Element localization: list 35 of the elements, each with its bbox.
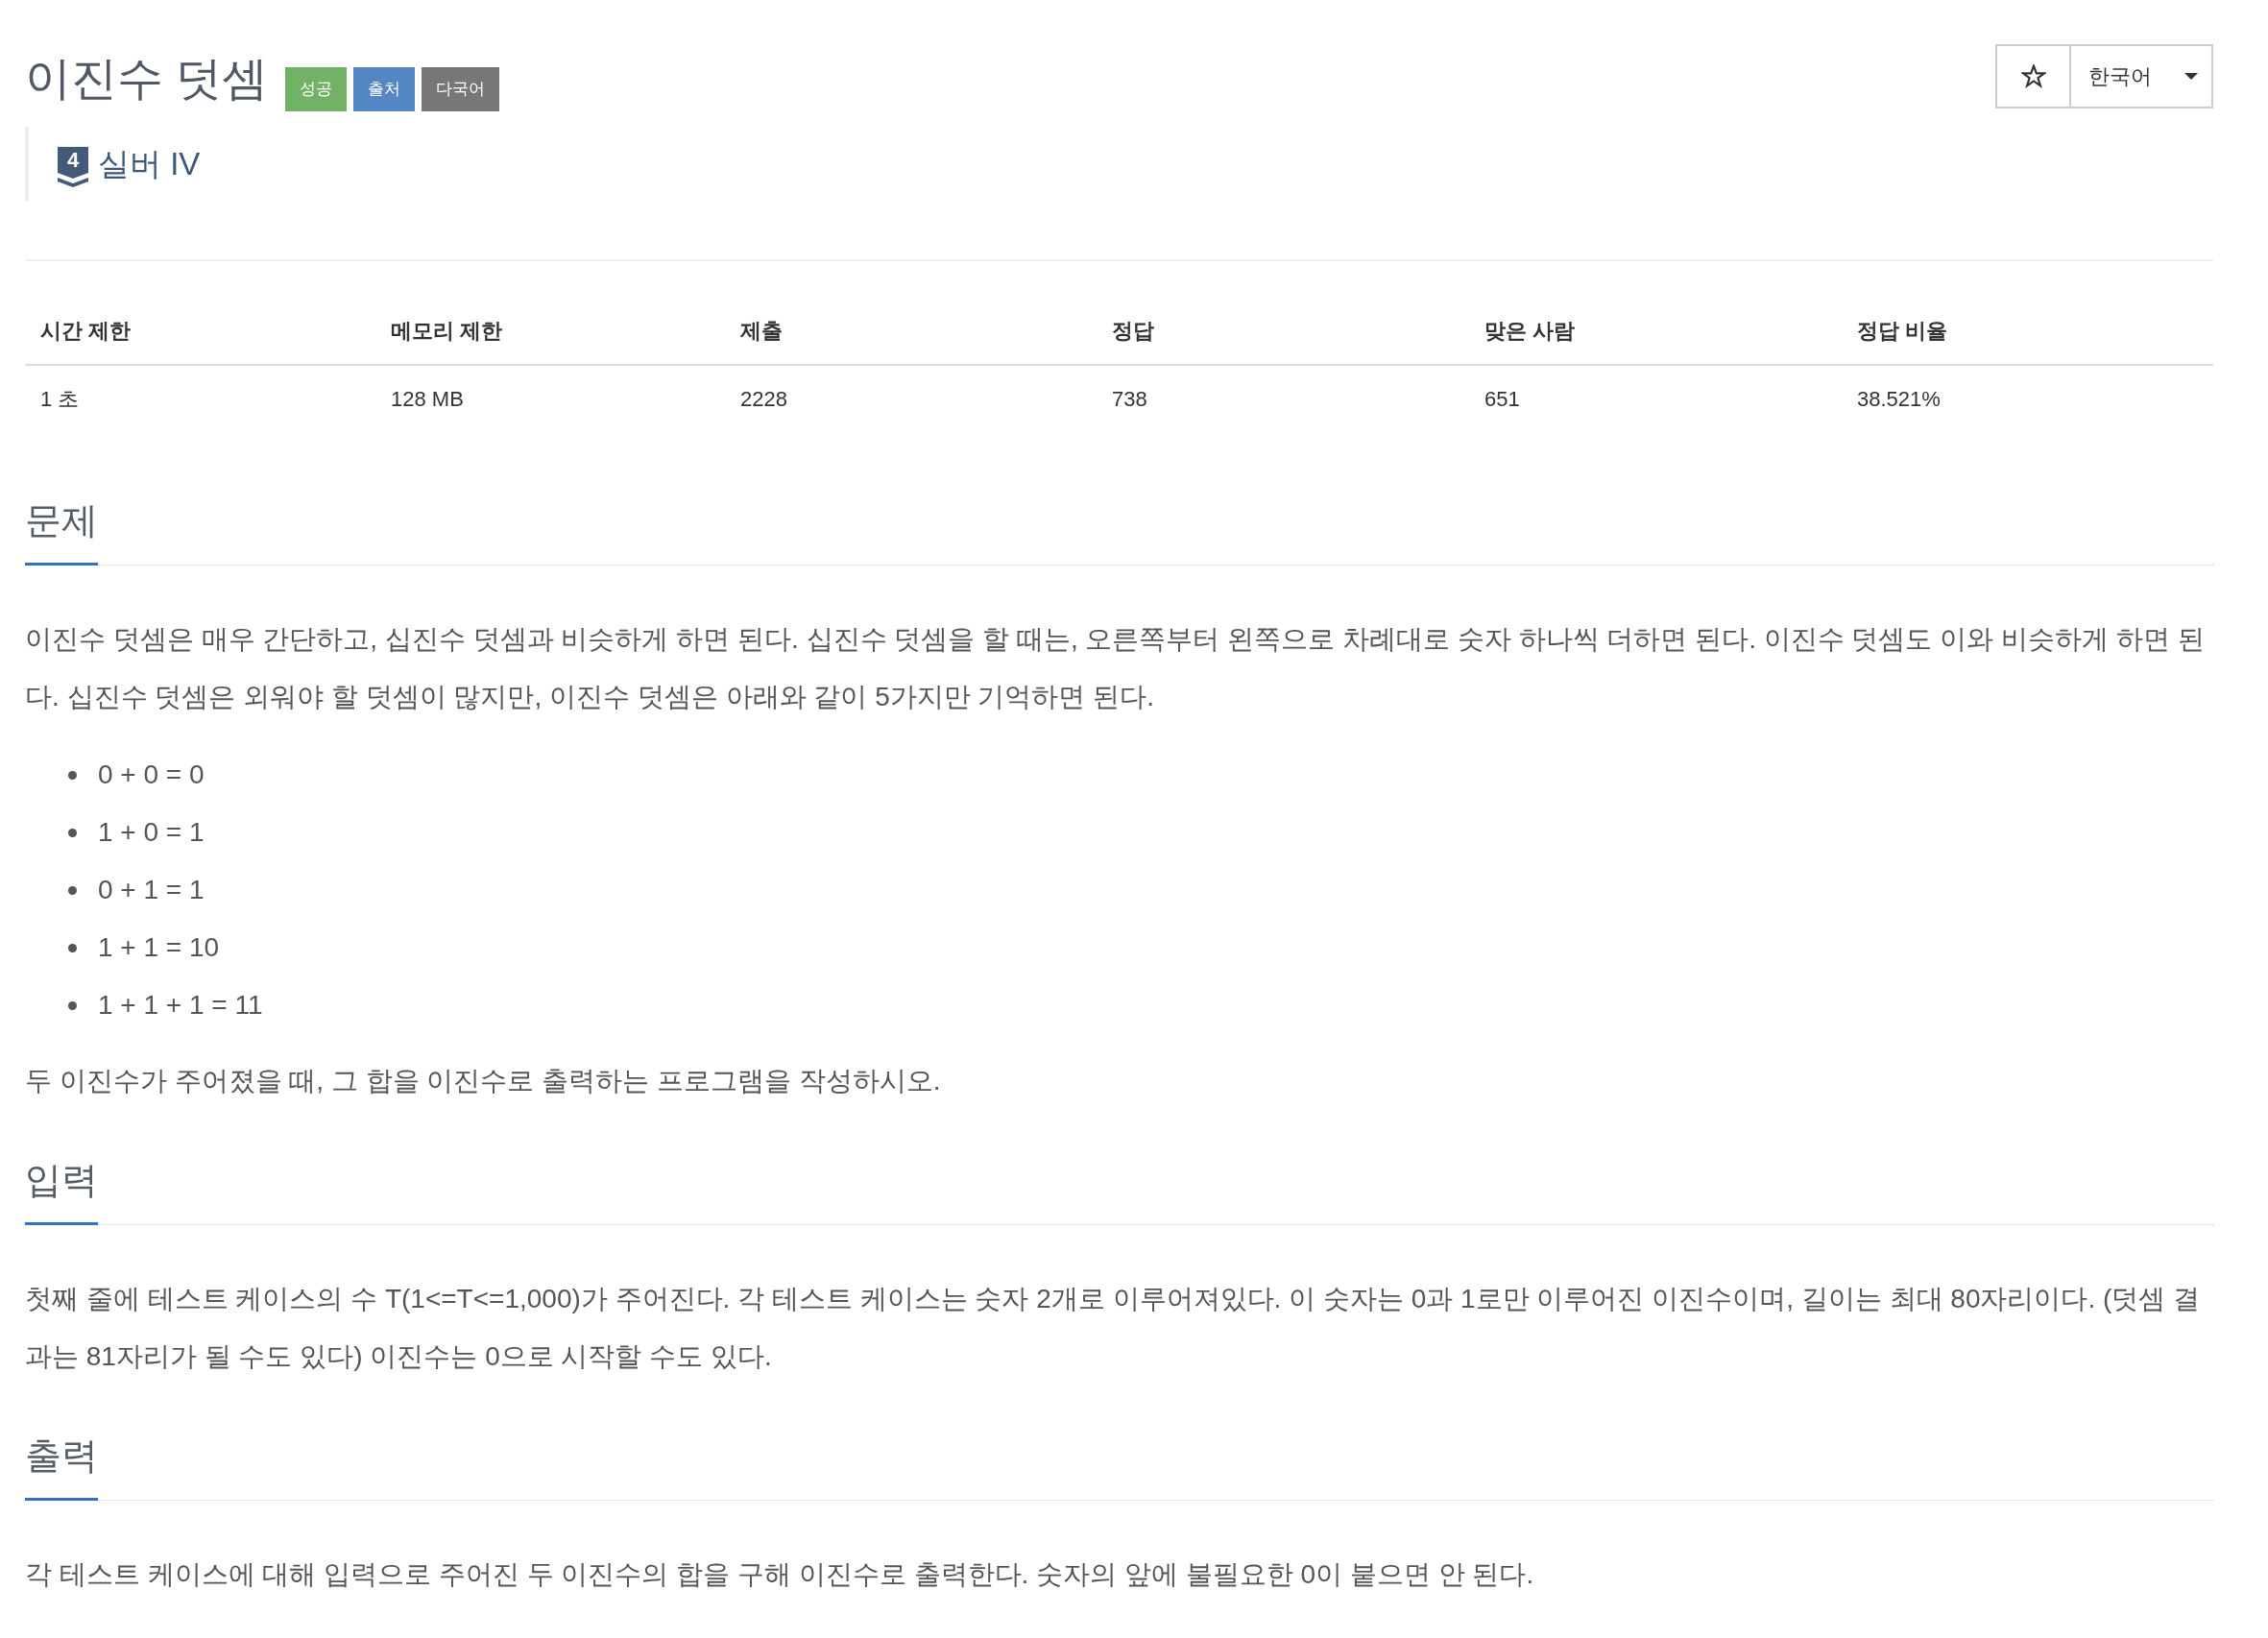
table-cell-text: 1 초 [39,386,81,413]
list-item: 1 + 0 = 1 [98,816,205,849]
table-cell-text: 651 [1484,386,1521,413]
table-cell-text: 38.521% [1856,386,1942,413]
table-header: 정답 [1097,298,1469,366]
section-heading: 문제 [25,498,98,566]
list-item: 1 + 1 = 10 [98,931,220,964]
caret-icon [2184,73,2198,80]
list-item: 0 + 0 = 0 [98,759,205,791]
table-cell-text: 128 MB [390,386,465,413]
section-heading: 출력 [25,1433,98,1501]
source-tag[interactable]: 출처 [353,67,416,111]
bullet-icon [68,828,77,837]
table-header: 정답 비율 [1842,298,2213,366]
table-cell-text: 738 [1111,386,1148,413]
multilingual-tag[interactable]: 다국어 [422,67,500,111]
bullet-icon [68,885,77,895]
bullet-icon [68,943,77,952]
section-heading: 입력 [25,1158,98,1225]
paragraph: 이진수 덧셈은 매우 간단하고, 십진수 덧셈과 비슷하게 하면 된다. 십진수 덧셈을 할 때는, 오른쪽부터 왼쪽으로 차례대로 숫자 하나씩 더하면 된다. 이진수 덧셈도 이와 비슷하게 하면 된다. 십진수 덧셈은 외워야 할 덧셈이 많지만, 이진수 덧셈은 아래와 같이 5가지만 기억하면 된다. [25,623,2206,713]
table-header: 맞은 사람 [1469,298,1842,366]
bullet-icon [68,770,77,780]
paragraph: 첫째 줄에 테스트 케이스의 수 T(1<=T<=1,000)가 주어진다. 각 테스트 케이스는 숫자 2개로 이루어져있다. 이 숫자는 0과 1로만 이루어진 이진수이며, 길이는 최대 80자리이다. (덧셈 결과는 81자리가 될 수도 있다) 이진수는 0으로 시작할 수도 있다. [25,1283,2202,1373]
table-header: 제출 [725,298,1097,366]
problem-title: 이진수 덧셈 [25,52,269,106]
list-item: 0 + 1 = 1 [98,874,205,906]
tier-name: 실버 IV [98,144,201,183]
paragraph: 두 이진수가 주어졌을 때, 그 합을 이진수로 출력하는 프로그램을 작성하시오. [25,1065,942,1097]
result-tag: 성공 [285,67,348,111]
list-item: 1 + 1 + 1 = 11 [98,989,263,1022]
table-header: 시간 제한 [25,298,375,366]
bullet-icon [68,1000,77,1010]
table-header: 메모리 제한 [375,298,725,366]
paragraph: 각 테스트 케이스에 대해 입력으로 주어진 두 이진수의 합을 구해 이진수로 출력한다. 숫자의 앞에 불필요한 0이 붙으면 안 된다. [25,1558,1535,1591]
table-cell-text: 2228 [739,386,788,413]
